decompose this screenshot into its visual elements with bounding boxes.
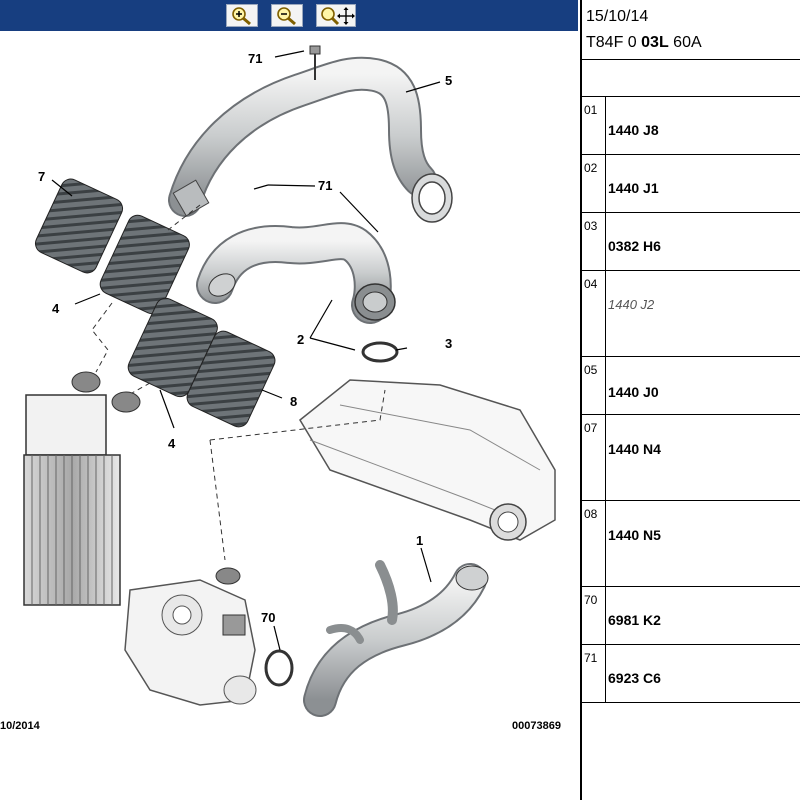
- divider: [582, 154, 800, 155]
- callout-7: 7: [38, 169, 45, 184]
- divider: [582, 212, 800, 213]
- callout-1: 1: [416, 533, 423, 548]
- diagram-toolbar: [0, 0, 578, 31]
- callout-71-top: 71: [248, 51, 262, 66]
- header-code: T84F 0 03L 60A: [586, 34, 702, 52]
- callout-71-middle: 71: [318, 178, 332, 193]
- part-row-number: 70: [584, 593, 598, 607]
- header-code-prefix: T84F 0: [586, 34, 642, 51]
- number-column-divider: [605, 96, 606, 702]
- magnifier-move-icon: [321, 7, 355, 26]
- callout-4-upper: 4: [52, 301, 60, 316]
- zoom-in-button[interactable]: [226, 4, 258, 27]
- part-row-reference[interactable]: 6981 K2: [608, 612, 661, 628]
- magnifier-plus-icon: [232, 7, 251, 26]
- part-row-reference[interactable]: 1440 J8: [608, 122, 659, 138]
- upper-air-pipe: [168, 45, 453, 223]
- part-row-number: 08: [584, 507, 598, 521]
- part-row-reference[interactable]: 1440 N4: [608, 441, 661, 457]
- callout-5: 5: [445, 73, 452, 88]
- part-row-number: 71: [584, 651, 598, 665]
- zoom-out-button[interactable]: [271, 4, 303, 27]
- part-row-number: 07: [584, 421, 598, 435]
- divider: [582, 270, 800, 271]
- hose-clamp: [361, 341, 399, 363]
- lower-air-pipe: [303, 560, 489, 717]
- magnifier-minus-icon: [277, 7, 296, 26]
- diagram-date-stamp: 10/2014: [0, 720, 40, 732]
- part-row-reference[interactable]: 1440 N5: [608, 527, 661, 543]
- parts-list-panel: 15/10/14 T84F 0 03L 60A 01 1440 J8 02 14…: [582, 0, 800, 800]
- divider: [582, 59, 800, 60]
- divider: [582, 96, 800, 97]
- divider: [582, 356, 800, 357]
- part-row-reference[interactable]: 6923 C6: [608, 670, 661, 686]
- callout-3: 3: [445, 336, 452, 351]
- part-row-reference[interactable]: 1440 J0: [608, 384, 659, 400]
- turbo-clamp: [264, 649, 294, 687]
- intake-manifold: [299, 379, 556, 541]
- divider: [582, 500, 800, 501]
- header-code-suffix: 60A: [668, 34, 702, 51]
- part-row-reference[interactable]: 0382 H6: [608, 238, 661, 254]
- callout-8: 8: [290, 394, 297, 409]
- part-row-reference[interactable]: 1440 J2: [608, 297, 654, 312]
- part-row-number: 05: [584, 363, 598, 377]
- part-row-reference[interactable]: 1440 J1: [608, 180, 659, 196]
- intercooler: [23, 371, 141, 606]
- divider: [582, 586, 800, 587]
- divider: [582, 702, 800, 703]
- diagram-doc-number: 00073869: [512, 720, 561, 732]
- header-date: 15/10/14: [586, 8, 649, 25]
- part-row-number: 03: [584, 219, 598, 233]
- header-code-bold: 03L: [641, 34, 669, 51]
- turbocharger: [124, 567, 257, 706]
- zoom-pan-button[interactable]: [316, 4, 356, 27]
- divider: [582, 644, 800, 645]
- part-row-number: 04: [584, 277, 598, 291]
- callout-4-lower: 4: [168, 436, 176, 451]
- parts-diagram: 71 5 7 71 4 2 3 4 8 1 70: [23, 45, 556, 717]
- divider: [582, 414, 800, 415]
- callout-70: 70: [261, 610, 275, 625]
- part-row-number: 02: [584, 161, 598, 175]
- middle-air-pipe: [196, 222, 396, 324]
- part-row-number: 01: [584, 103, 598, 117]
- callout-2: 2: [297, 332, 304, 347]
